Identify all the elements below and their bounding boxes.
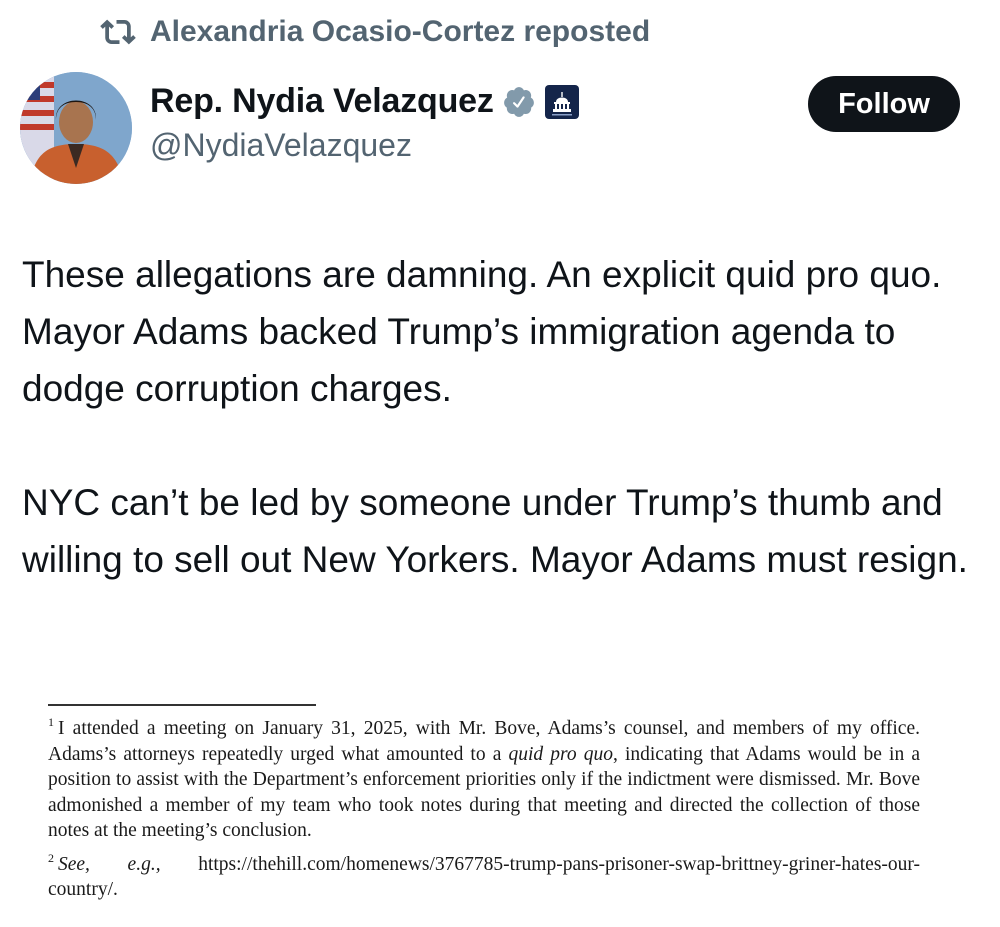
footnote-number: 1 bbox=[48, 715, 54, 729]
avatar[interactable] bbox=[20, 72, 132, 184]
tweet-paragraph: NYC can’t be led by someone under Trump’… bbox=[22, 482, 968, 580]
footnote-link: https://thehill.com/homenews/3767785-tru… bbox=[48, 853, 920, 901]
footnote-see: See, e.g., bbox=[58, 853, 161, 875]
author-block: Rep. Nydia Velazquez @NydiaVelazquez bbox=[150, 82, 580, 164]
display-name[interactable]: Rep. Nydia Velazquez bbox=[150, 82, 494, 121]
capitol-affiliation-icon[interactable] bbox=[544, 84, 580, 120]
repost-label: Alexandria Ocasio-Cortez reposted bbox=[150, 15, 651, 48]
footnote-1: 1I attended a meeting on January 31, 202… bbox=[48, 716, 920, 844]
tweet-text: These allegations are damning. An explic… bbox=[22, 246, 987, 588]
footnote-number: 2 bbox=[48, 850, 54, 865]
footnote-divider bbox=[48, 704, 316, 706]
verified-badge-icon[interactable] bbox=[502, 85, 536, 119]
footnote-italic: quid pro quo bbox=[508, 743, 613, 765]
tweet-paragraph: These allegations are damning. An explic… bbox=[22, 254, 942, 409]
footnote-2: 2 See, e.g., https://thehill.com/homenews… bbox=[48, 852, 920, 903]
follow-button[interactable]: Follow bbox=[808, 76, 960, 132]
handle[interactable]: @NydiaVelazquez bbox=[150, 127, 580, 164]
repost-context[interactable]: Alexandria Ocasio-Cortez reposted bbox=[100, 14, 650, 50]
repost-icon bbox=[100, 14, 136, 50]
document-image[interactable]: 1I attended a meeting on January 31, 202… bbox=[48, 716, 920, 903]
